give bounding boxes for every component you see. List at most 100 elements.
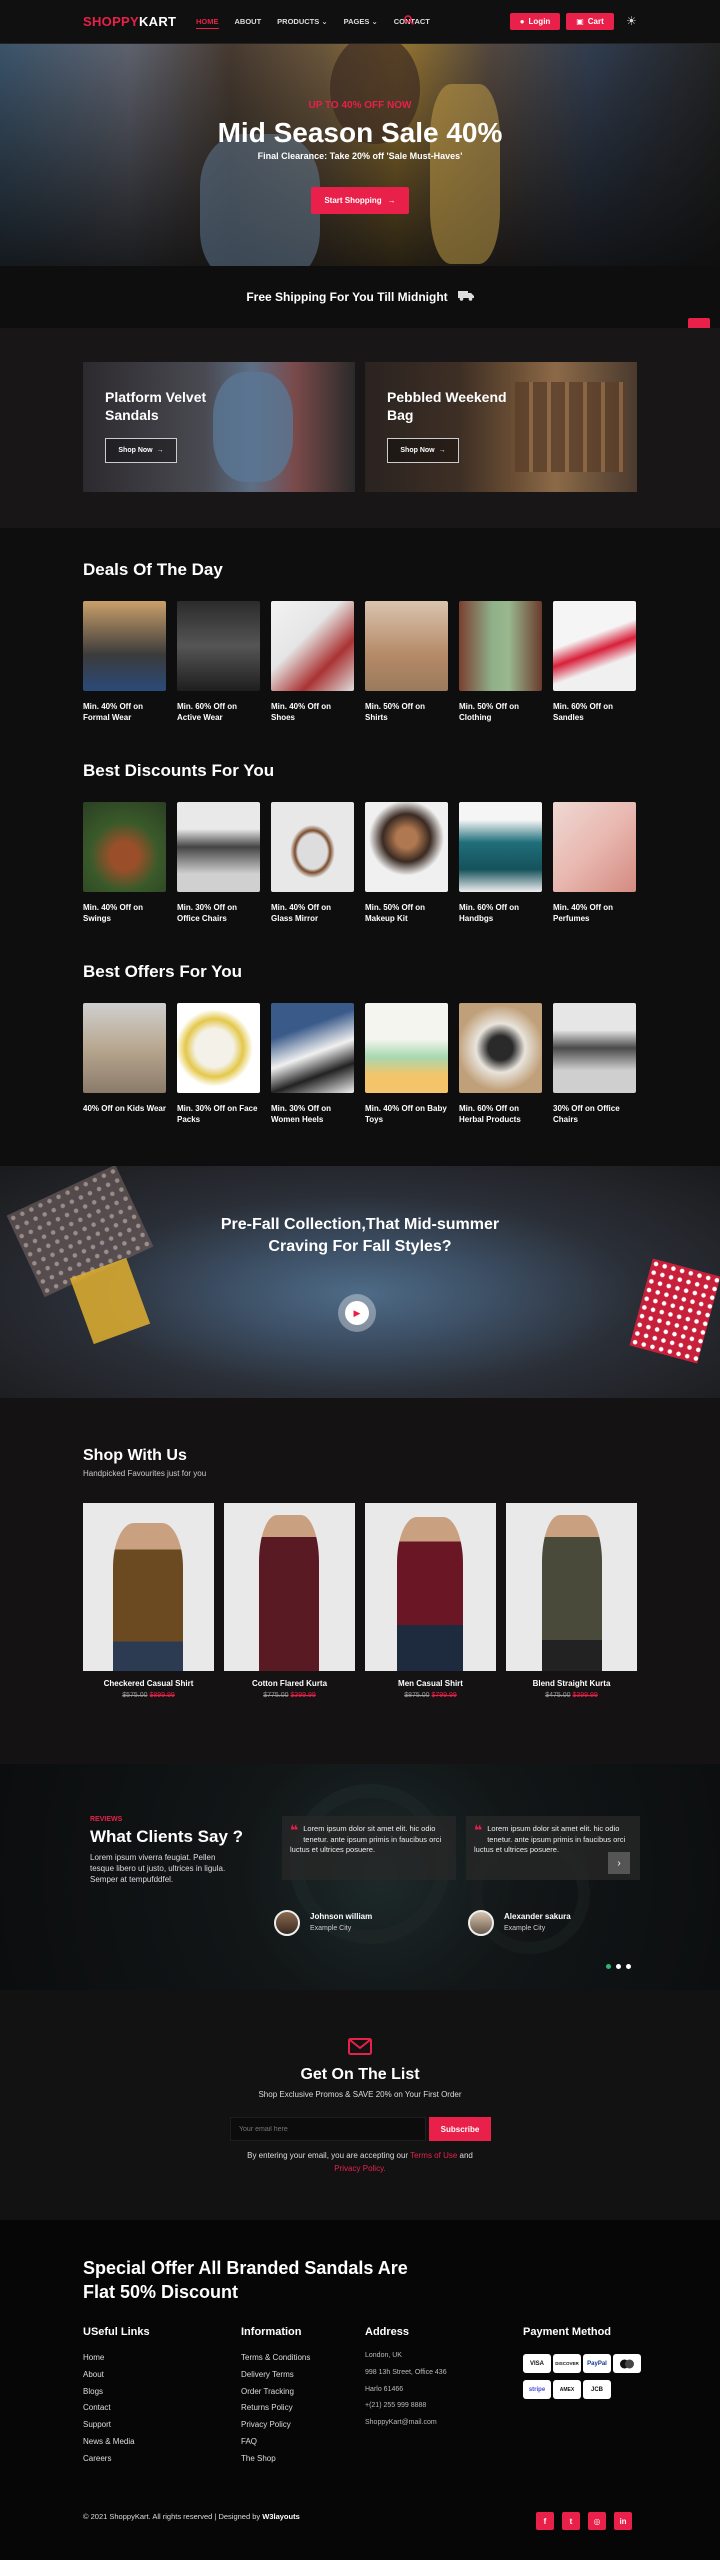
discount-card[interactable]: Min. 40% Off on Swings bbox=[83, 802, 166, 924]
product-image bbox=[271, 601, 354, 691]
footer-link-contact[interactable]: Contact bbox=[83, 2400, 135, 2417]
shipping-bar: Free Shipping For You Till Midnight bbox=[0, 266, 720, 328]
play-button[interactable]: ▶ bbox=[338, 1294, 376, 1332]
footer-link-about[interactable]: About bbox=[83, 2367, 135, 2384]
chevron-right-icon: › bbox=[617, 1857, 621, 1869]
discount-card[interactable]: Min. 30% Off on Office Chairs bbox=[177, 802, 260, 924]
nav-pages[interactable]: PAGES ⌄ bbox=[344, 17, 378, 29]
discount-card[interactable]: Min. 40% Off on Perfumes bbox=[553, 802, 636, 924]
client-city: Example City bbox=[504, 1925, 546, 1932]
footer-heading-useful: USeful Links bbox=[83, 2326, 150, 2338]
offer-card[interactable]: 30% Off on Office Chairs bbox=[553, 1003, 636, 1125]
discount-card[interactable]: Min. 50% Off on Makeup Kit bbox=[365, 802, 448, 924]
product-image bbox=[553, 601, 636, 691]
shop-now-button[interactable]: Shop Now → bbox=[105, 438, 177, 463]
search-icon[interactable] bbox=[404, 15, 414, 28]
offer-card[interactable]: Min. 40% Off on Baby Toys bbox=[365, 1003, 448, 1125]
twitter-icon[interactable]: t bbox=[562, 2512, 580, 2530]
email-link[interactable]: ShoppyKart@mail.com bbox=[365, 2415, 447, 2432]
carousel-dot[interactable] bbox=[606, 1964, 611, 1969]
carousel-dot[interactable] bbox=[626, 1964, 631, 1969]
offer-card[interactable]: Min. 30% Off on Women Heels bbox=[271, 1003, 354, 1125]
client-name: Johnson william bbox=[310, 1912, 373, 1921]
footer-link-shop[interactable]: The Shop bbox=[241, 2451, 310, 2468]
instagram-icon[interactable]: ◎ bbox=[588, 2512, 606, 2530]
deal-card[interactable]: Min. 50% Off on Shirts bbox=[365, 601, 448, 723]
quote-icon: ❝ bbox=[290, 1822, 299, 1838]
deal-label: Min. 50% Off on Clothing bbox=[459, 702, 519, 722]
footer-link-home[interactable]: Home bbox=[83, 2350, 135, 2367]
designer-link[interactable]: W3layouts bbox=[262, 2512, 300, 2521]
discount-label: Min. 60% Off on Handbgs bbox=[459, 903, 519, 923]
footer-link-support[interactable]: Support bbox=[83, 2417, 135, 2434]
promo-banner-sandals[interactable]: Platform Velvet Sandals Shop Now → bbox=[83, 362, 355, 492]
promo-title: Pebbled Weekend Bag bbox=[387, 389, 507, 423]
deal-card[interactable]: Min. 40% Off on Formal Wear bbox=[83, 601, 166, 723]
product-name: Men Casual Shirt bbox=[398, 1679, 463, 1688]
product-price: $775.00 $399.99 bbox=[263, 1692, 316, 1699]
offer-card[interactable]: Min. 30% Off on Face Packs bbox=[177, 1003, 260, 1125]
deal-label: Min. 50% Off on Shirts bbox=[365, 702, 425, 722]
product-card[interactable]: Men Casual Shirt $875.00 $799.99 bbox=[365, 1503, 496, 1699]
product-price: $475.00 $399.99 bbox=[545, 1692, 598, 1699]
privacy-link[interactable]: Privacy Policy. bbox=[0, 2164, 720, 2173]
deal-card[interactable]: Min. 40% Off on Shoes bbox=[271, 601, 354, 723]
nav-about[interactable]: ABOUT bbox=[235, 17, 262, 29]
product-image bbox=[224, 1503, 355, 1671]
nav-home[interactable]: HOME bbox=[196, 17, 219, 29]
product-image bbox=[365, 601, 448, 691]
start-shopping-button[interactable]: Start Shopping → bbox=[311, 187, 409, 214]
product-image bbox=[177, 802, 260, 892]
site-header: SHOPPYKART HOME ABOUT PRODUCTS ⌄ PAGES ⌄… bbox=[0, 0, 720, 44]
footer-link-returns[interactable]: Returns Policy bbox=[241, 2400, 310, 2417]
footer-link-blogs[interactable]: Blogs bbox=[83, 2384, 135, 2401]
shop-now-button[interactable]: Shop Now → bbox=[387, 438, 459, 463]
footer-link-privacy[interactable]: Privacy Policy bbox=[241, 2417, 310, 2434]
section-title-deals: Deals Of The Day bbox=[83, 560, 223, 579]
discount-card[interactable]: Min. 60% Off on Handbgs bbox=[459, 802, 542, 924]
site-logo[interactable]: SHOPPYKART bbox=[83, 14, 176, 29]
paypal-icon: PayPal bbox=[583, 2354, 611, 2373]
copyright: © 2021 ShoppyKart. All rights reserved |… bbox=[83, 2512, 300, 2521]
offer-label: 30% Off on Office Chairs bbox=[553, 1104, 620, 1124]
deal-card[interactable]: Min. 60% Off on Sandles bbox=[553, 601, 636, 723]
discount-card[interactable]: Min. 40% Off on Glass Mirror bbox=[271, 802, 354, 924]
terms-link[interactable]: Terms of Use bbox=[410, 2151, 457, 2160]
cart-button[interactable]: ▣ Cart bbox=[566, 13, 614, 30]
carousel-dot[interactable] bbox=[616, 1964, 621, 1969]
footer-link-news[interactable]: News & Media bbox=[83, 2434, 135, 2451]
theme-toggle-icon[interactable]: ☀ bbox=[626, 14, 637, 28]
cart-icon: ▣ bbox=[576, 17, 584, 26]
facebook-icon[interactable]: f bbox=[536, 2512, 554, 2530]
next-arrow-button[interactable]: › bbox=[608, 1852, 630, 1874]
footer-link-terms[interactable]: Terms & Conditions bbox=[241, 2350, 310, 2367]
product-card[interactable]: Blend Straight Kurta $475.00 $399.99 bbox=[506, 1503, 637, 1699]
offer-card[interactable]: Min. 60% Off on Herbal Products bbox=[459, 1003, 542, 1125]
terms-text: By entering your email, you are acceptin… bbox=[247, 2151, 473, 2160]
footer-link-faq[interactable]: FAQ bbox=[241, 2434, 310, 2451]
promo-banner-bag[interactable]: Pebbled Weekend Bag Shop Now → bbox=[365, 362, 637, 492]
product-card[interactable]: Cotton Flared Kurta $775.00 $399.99 bbox=[224, 1503, 355, 1699]
jcb-icon: JCB bbox=[583, 2380, 611, 2399]
footer-link-careers[interactable]: Careers bbox=[83, 2451, 135, 2468]
subscribe-button[interactable]: Subscribe bbox=[429, 2117, 491, 2141]
nav-products[interactable]: PRODUCTS ⌄ bbox=[277, 17, 327, 29]
shop-subtitle: Handpicked Favourites just for you bbox=[83, 1469, 207, 1478]
footer-link-tracking[interactable]: Order Tracking bbox=[241, 2384, 310, 2401]
product-name: Cotton Flared Kurta bbox=[251, 1679, 328, 1688]
footer-link-delivery[interactable]: Delivery Terms bbox=[241, 2367, 310, 2384]
deal-card[interactable]: Min. 60% Off on Active Wear bbox=[177, 601, 260, 723]
newsletter-section: Get On The List Shop Exclusive Promos & … bbox=[0, 1990, 720, 2220]
deal-card[interactable]: Min. 50% Off on Clothing bbox=[459, 601, 542, 723]
email-input[interactable] bbox=[230, 2117, 426, 2141]
product-image bbox=[271, 802, 354, 892]
arrow-right-icon: → bbox=[156, 447, 164, 454]
user-icon: ● bbox=[519, 17, 525, 26]
offer-card[interactable]: 40% Off on Kids Wear bbox=[83, 1003, 166, 1114]
video-banner: Pre-Fall Collection,That Mid-summer Cravi… bbox=[0, 1166, 720, 1398]
newsletter-subtitle: Shop Exclusive Promos & SAVE 20% on Your… bbox=[258, 2090, 462, 2099]
product-card[interactable]: Checkered Casual Shirt $575.00 $899.99 bbox=[83, 1503, 214, 1699]
login-button[interactable]: ● Login bbox=[510, 13, 560, 30]
product-image bbox=[83, 802, 166, 892]
linkedin-icon[interactable]: in bbox=[614, 2512, 632, 2530]
